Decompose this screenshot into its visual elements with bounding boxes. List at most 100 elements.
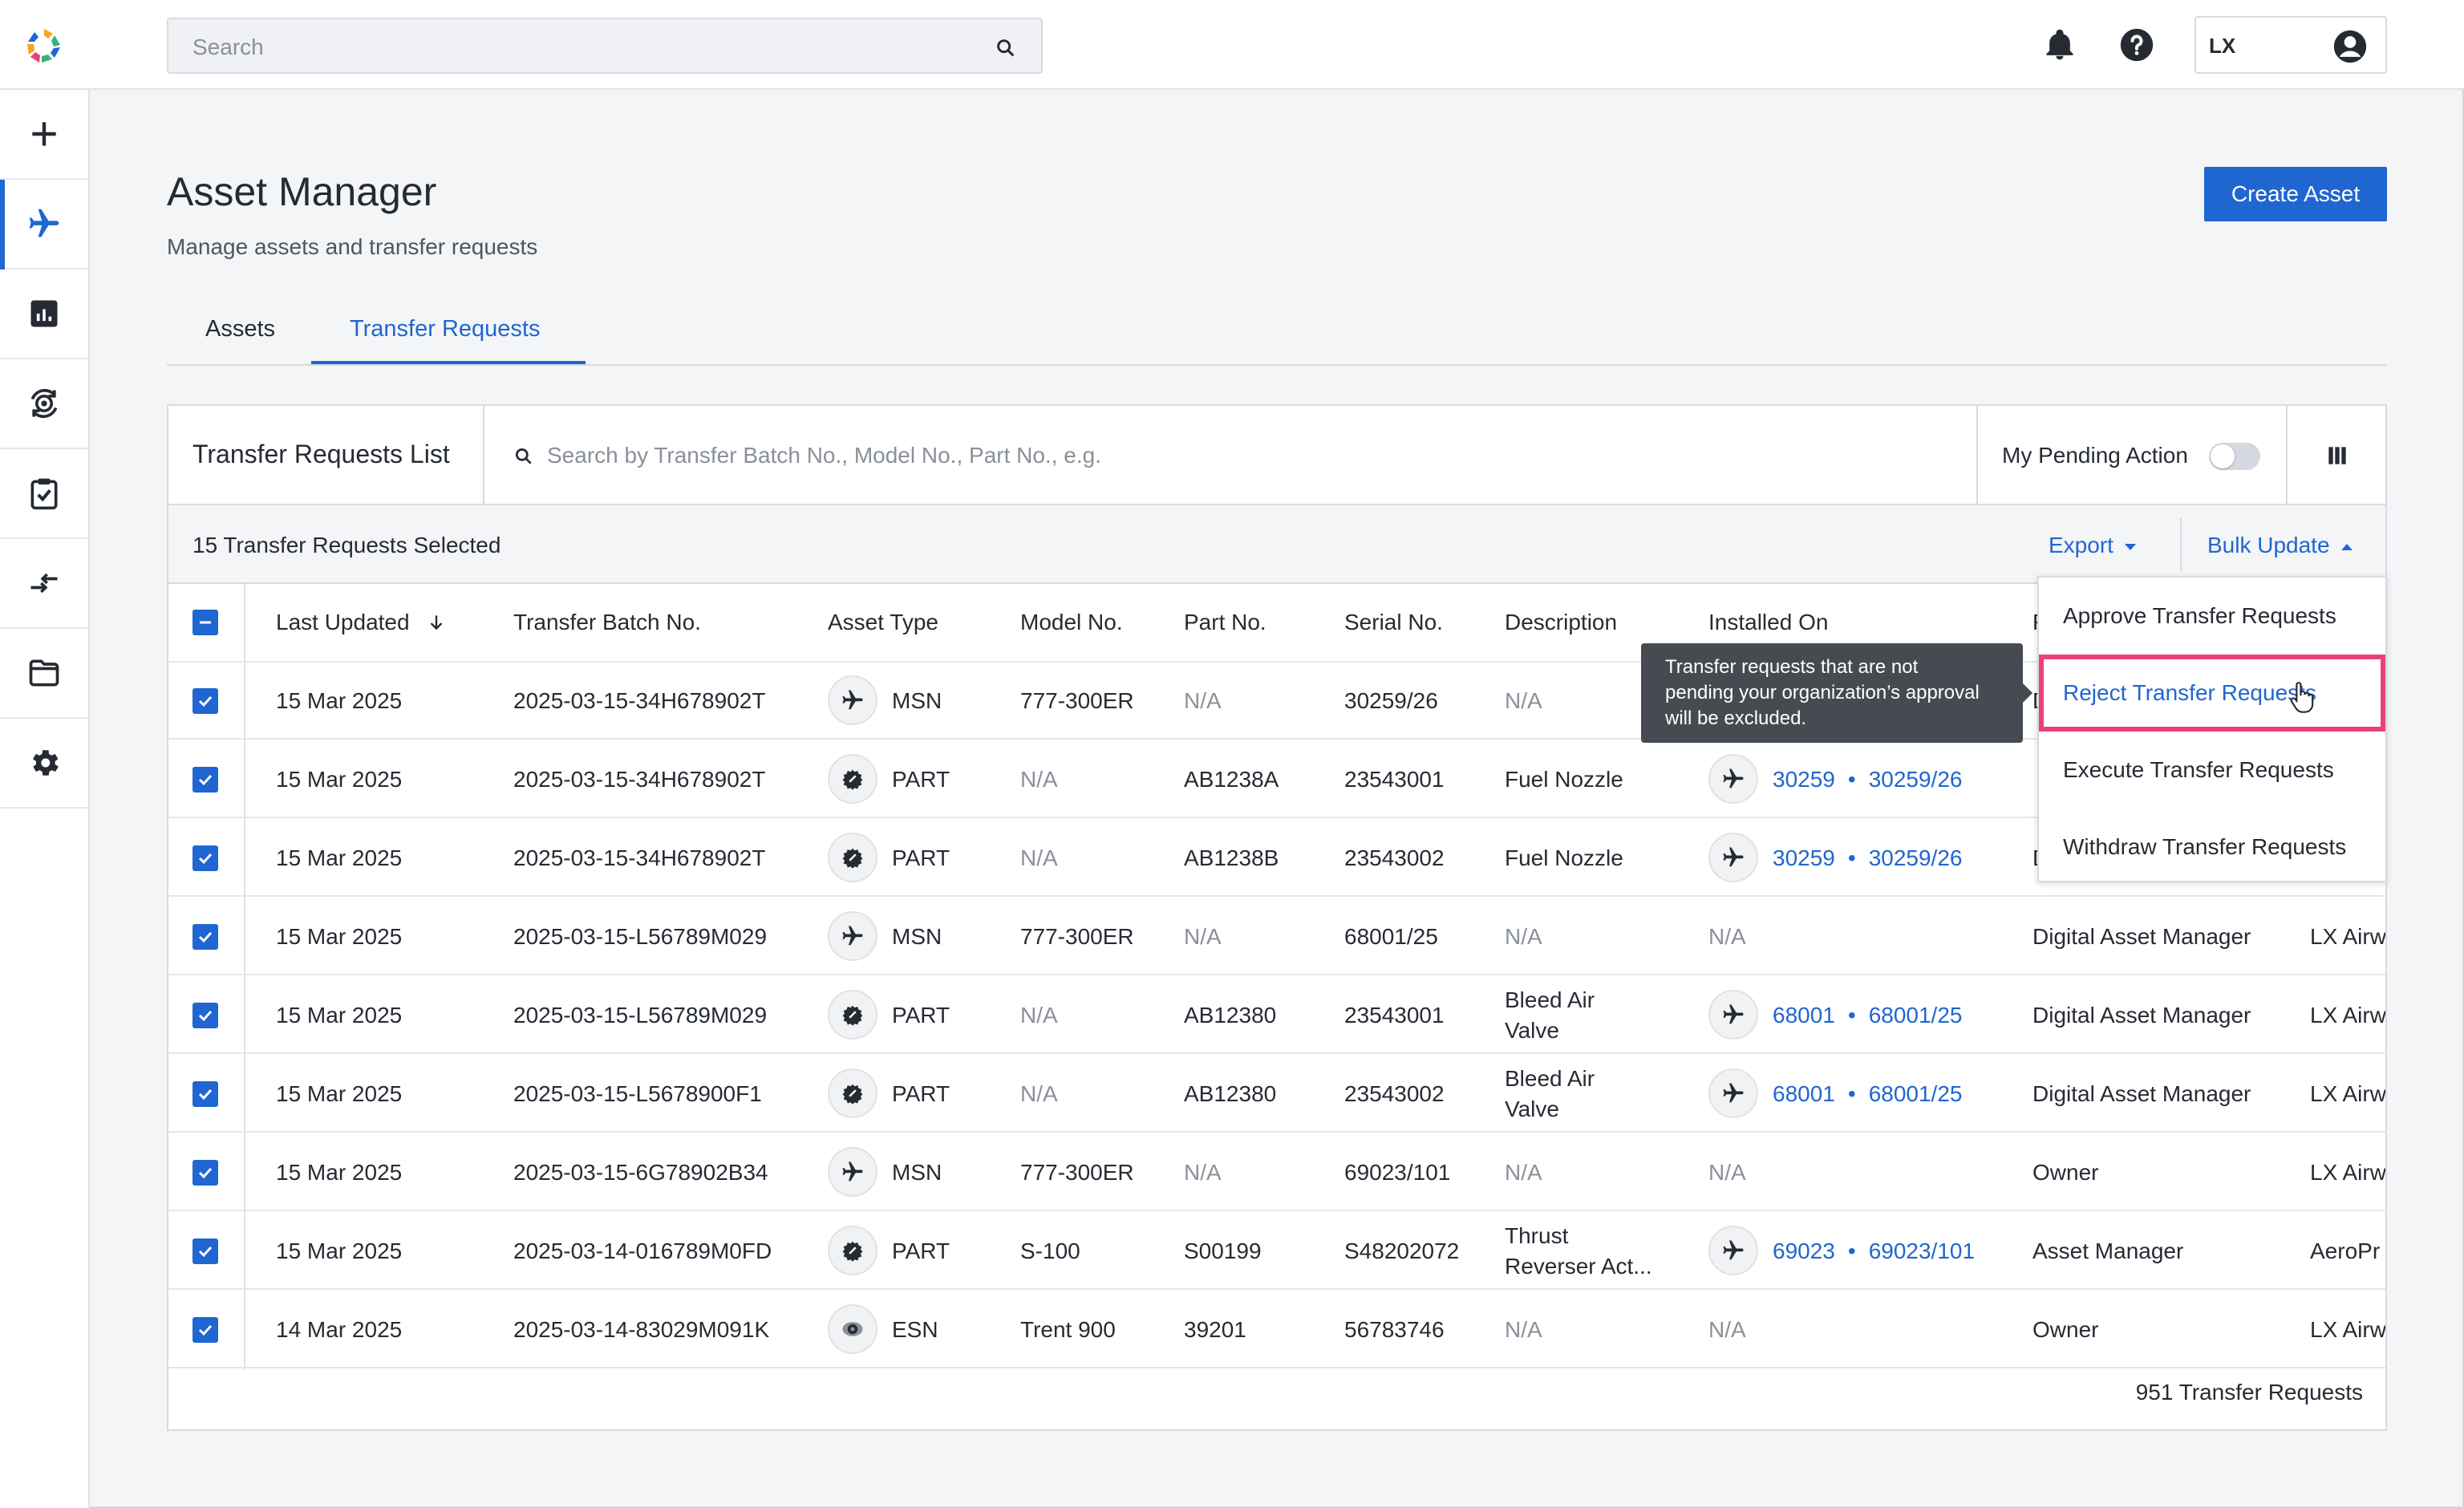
asset-type-badge (828, 833, 877, 882)
table-toolbar: Transfer Requests List Search by Transfe… (168, 406, 2385, 505)
row-checkbox[interactable] (192, 924, 218, 950)
cell-serial-no: 69023/101 (1344, 1160, 1451, 1185)
installed-serial[interactable]: 30259/26 (1869, 767, 1963, 792)
app-logo-icon[interactable] (24, 26, 64, 66)
column-model-no[interactable]: Model No. (1020, 610, 1123, 635)
row-checkbox[interactable] (192, 845, 218, 871)
installed-on-link[interactable]: 30259 • 30259/26 (1773, 767, 1962, 793)
tooltip-line: Transfer requests that are not (1665, 656, 1919, 678)
cell-serial-no: S48202072 (1344, 1238, 1460, 1263)
installed-msn[interactable]: 30259 (1773, 767, 1835, 792)
select-all-checkbox[interactable] (192, 610, 218, 635)
row-checkbox[interactable] (192, 1238, 218, 1264)
engine-sync-icon (30, 388, 58, 419)
asset-type-badge (828, 911, 877, 961)
description-line: Reverser Act... (1505, 1254, 1652, 1279)
cell-owner: AeroPr (2310, 1238, 2381, 1263)
installed-on-link[interactable]: 68001 • 68001/25 (1773, 1003, 1962, 1028)
export-label: Export (2049, 533, 2113, 557)
airplane-icon (1723, 768, 1744, 788)
column-last-updated[interactable]: Last Updated (276, 610, 447, 635)
search-icon[interactable] (995, 37, 1017, 59)
pending-action-toggle[interactable] (2209, 443, 2260, 470)
cell-model-no: N/A (1020, 1081, 1058, 1106)
export-button[interactable]: Export (2049, 533, 2136, 558)
table-row[interactable]: 15 Mar 2025 2025-03-15-6G78902B34 MSN 777-3… (168, 1134, 2385, 1211)
tooltip-line: will be excluded. (1665, 707, 1807, 729)
cell-serial-no: 56783746 (1344, 1317, 1445, 1342)
sidebar-item-create[interactable] (0, 90, 88, 180)
table-row[interactable]: 15 Mar 2025 2025-03-14-016789M0FD PART S-10… (168, 1213, 2385, 1290)
sidebar-item-reports[interactable] (0, 270, 88, 359)
engine-icon (842, 1322, 863, 1336)
columns-icon[interactable] (2324, 443, 2350, 468)
installed-msn[interactable]: 68001 (1773, 1003, 1835, 1028)
column-description[interactable]: Description (1505, 610, 1617, 635)
sidebar-item-assets[interactable] (0, 180, 88, 270)
row-checkbox[interactable] (192, 1317, 218, 1343)
cell-transfer-batch: 2025-03-14-83029M091K (513, 1317, 770, 1342)
cell-last-updated: 15 Mar 2025 (276, 924, 403, 949)
cell-serial-no: 23543001 (1344, 1003, 1445, 1028)
row-checkbox[interactable] (192, 1081, 218, 1107)
installed-on-badge (1708, 1068, 1758, 1118)
table-row[interactable]: 15 Mar 2025 2025-03-15-L56789M029 MSN 777-3… (168, 898, 2385, 975)
installed-serial[interactable]: 30259/26 (1869, 845, 1963, 870)
row-checkbox[interactable] (192, 1160, 218, 1186)
cell-description: Fuel Nozzle (1505, 767, 1623, 792)
bulk-update-label: Bulk Update (2207, 533, 2330, 557)
cell-last-updated: 15 Mar 2025 (276, 688, 403, 713)
table-search-input[interactable]: Search by Transfer Batch No., Model No.,… (547, 443, 1101, 468)
menu-item-reject[interactable]: Reject Transfer Requests (2039, 655, 2385, 732)
sidebar-item-settings[interactable] (0, 719, 88, 809)
cell-installed-on: N/A (1708, 1317, 1746, 1342)
tab-transfer-requests[interactable]: Transfer Requests (350, 316, 540, 366)
global-search-placeholder: Search (192, 34, 264, 59)
menu-item-withdraw[interactable]: Withdraw Transfer Requests (2039, 809, 2385, 886)
cell-description: Bleed Air Valve (1505, 985, 1595, 1046)
table-footer: 951 Transfer Requests (168, 1354, 2385, 1431)
installed-msn[interactable]: 68001 (1773, 1081, 1835, 1106)
cell-model-no: Trent 900 (1020, 1317, 1116, 1342)
bulk-update-menu: Approve Transfer Requests Reject Transfe… (2037, 576, 2387, 882)
cell-asset-type: PART (892, 1081, 950, 1106)
installed-serial[interactable]: 69023/101 (1869, 1238, 1975, 1263)
cell-model-no: N/A (1020, 845, 1058, 870)
row-checkbox[interactable] (192, 767, 218, 793)
global-search-input[interactable]: Search (167, 18, 1043, 74)
column-part-no[interactable]: Part No. (1184, 610, 1266, 635)
installed-on-link[interactable]: 30259 • 30259/26 (1773, 845, 1962, 871)
selected-count: 15 Transfer Requests Selected (192, 533, 501, 557)
notifications-bell-icon[interactable] (2042, 27, 2077, 63)
column-transfer-batch[interactable]: Transfer Batch No. (513, 610, 701, 635)
part-icon (842, 1241, 863, 1262)
cell-last-updated: 15 Mar 2025 (276, 1160, 403, 1185)
cell-model-no: 777-300ER (1020, 924, 1134, 949)
menu-item-approve[interactable]: Approve Transfer Requests (2039, 578, 2385, 655)
table-row[interactable]: 15 Mar 2025 2025-03-15-L56789M029 PART N/A A… (168, 977, 2385, 1054)
sidebar-item-engines[interactable] (0, 359, 88, 449)
sidebar-item-documents[interactable] (0, 629, 88, 719)
installed-msn[interactable]: 30259 (1773, 845, 1835, 870)
help-icon[interactable] (2119, 27, 2154, 63)
installed-serial[interactable]: 68001/25 (1869, 1081, 1963, 1106)
installed-on-link[interactable]: 68001 • 68001/25 (1773, 1081, 1962, 1107)
column-asset-type[interactable]: Asset Type (828, 610, 938, 635)
bulk-update-button[interactable]: Bulk Update (2207, 533, 2353, 558)
row-checkbox[interactable] (192, 688, 218, 714)
create-asset-button[interactable]: Create Asset (2204, 167, 2387, 221)
column-serial-no[interactable]: Serial No. (1344, 610, 1443, 635)
table-row[interactable]: 15 Mar 2025 2025-03-15-L5678900F1 PART N/A A… (168, 1056, 2385, 1133)
tooltip-line: pending your organization’s approval (1665, 682, 1980, 703)
sidebar-item-tasks[interactable] (0, 449, 88, 539)
column-installed-on[interactable]: Installed On (1708, 610, 1828, 635)
sidebar-item-transfers[interactable] (0, 539, 88, 629)
row-checkbox[interactable] (192, 1003, 218, 1028)
installed-on-link[interactable]: 69023 • 69023/101 (1773, 1238, 1975, 1264)
sort-arrow-down-icon[interactable] (426, 612, 447, 633)
tab-assets[interactable]: Assets (205, 316, 275, 366)
user-menu[interactable]: LX (2194, 16, 2387, 74)
menu-item-execute[interactable]: Execute Transfer Requests (2039, 732, 2385, 809)
installed-serial[interactable]: 68001/25 (1869, 1003, 1963, 1028)
installed-msn[interactable]: 69023 (1773, 1238, 1835, 1263)
